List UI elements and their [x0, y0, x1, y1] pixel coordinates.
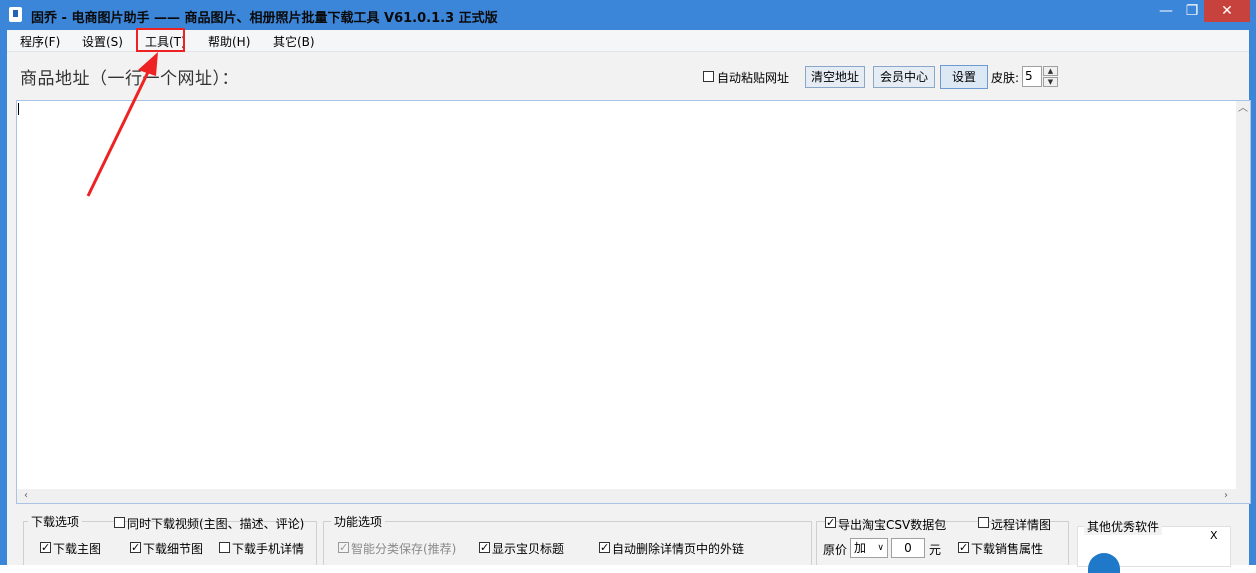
annotation-arrow-icon	[86, 52, 158, 197]
